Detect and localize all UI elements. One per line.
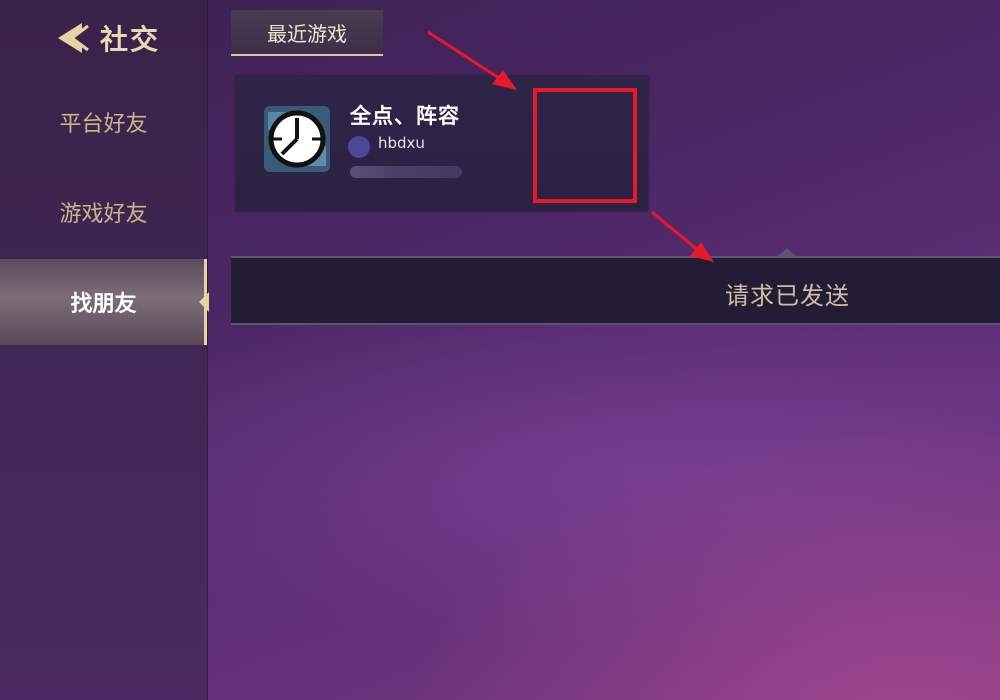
active-pointer-icon — [199, 292, 209, 312]
sidebar-item-find-friends[interactable]: 找朋友 — [0, 259, 209, 345]
tab-recent-games[interactable]: 最近游戏 — [231, 10, 383, 56]
sidebar-item-game-friends[interactable]: 游戏好友 — [0, 169, 207, 255]
banner-notch-icon — [777, 248, 797, 257]
tab-label: 最近游戏 — [267, 21, 347, 46]
sidebar: 社交 平台好友 游戏好友 找朋友 — [0, 0, 209, 700]
arrow-to-banner-icon — [651, 210, 714, 262]
platform-icon — [348, 136, 370, 158]
player-handle: hbdxu — [378, 134, 425, 152]
player-card: 全点、阵容 hbdxu — [236, 76, 648, 211]
chevron-left-icon — [52, 20, 90, 56]
clock-avatar-icon[interactable] — [264, 106, 330, 172]
back-button[interactable]: 社交 — [52, 18, 160, 58]
sidebar-item-label: 游戏好友 — [59, 202, 148, 227]
redacted-info — [350, 166, 462, 178]
player-name: 全点、阵容 — [350, 104, 460, 128]
status-text: 请求已发送 — [725, 282, 850, 310]
status-banner: 请求已发送 — [231, 248, 1000, 325]
app-window: 社交 平台好友 游戏好友 找朋友 最近游戏 全点、阵容 hbdxu 请求已发送 — [0, 0, 1000, 700]
add-friend-button-area[interactable] — [533, 88, 637, 203]
sidebar-item-label: 平台好友 — [59, 112, 148, 137]
sidebar-item-platform-friends[interactable]: 平台好友 — [0, 79, 207, 165]
sidebar-item-label: 找朋友 — [70, 292, 137, 317]
page-title: 社交 — [100, 23, 161, 56]
